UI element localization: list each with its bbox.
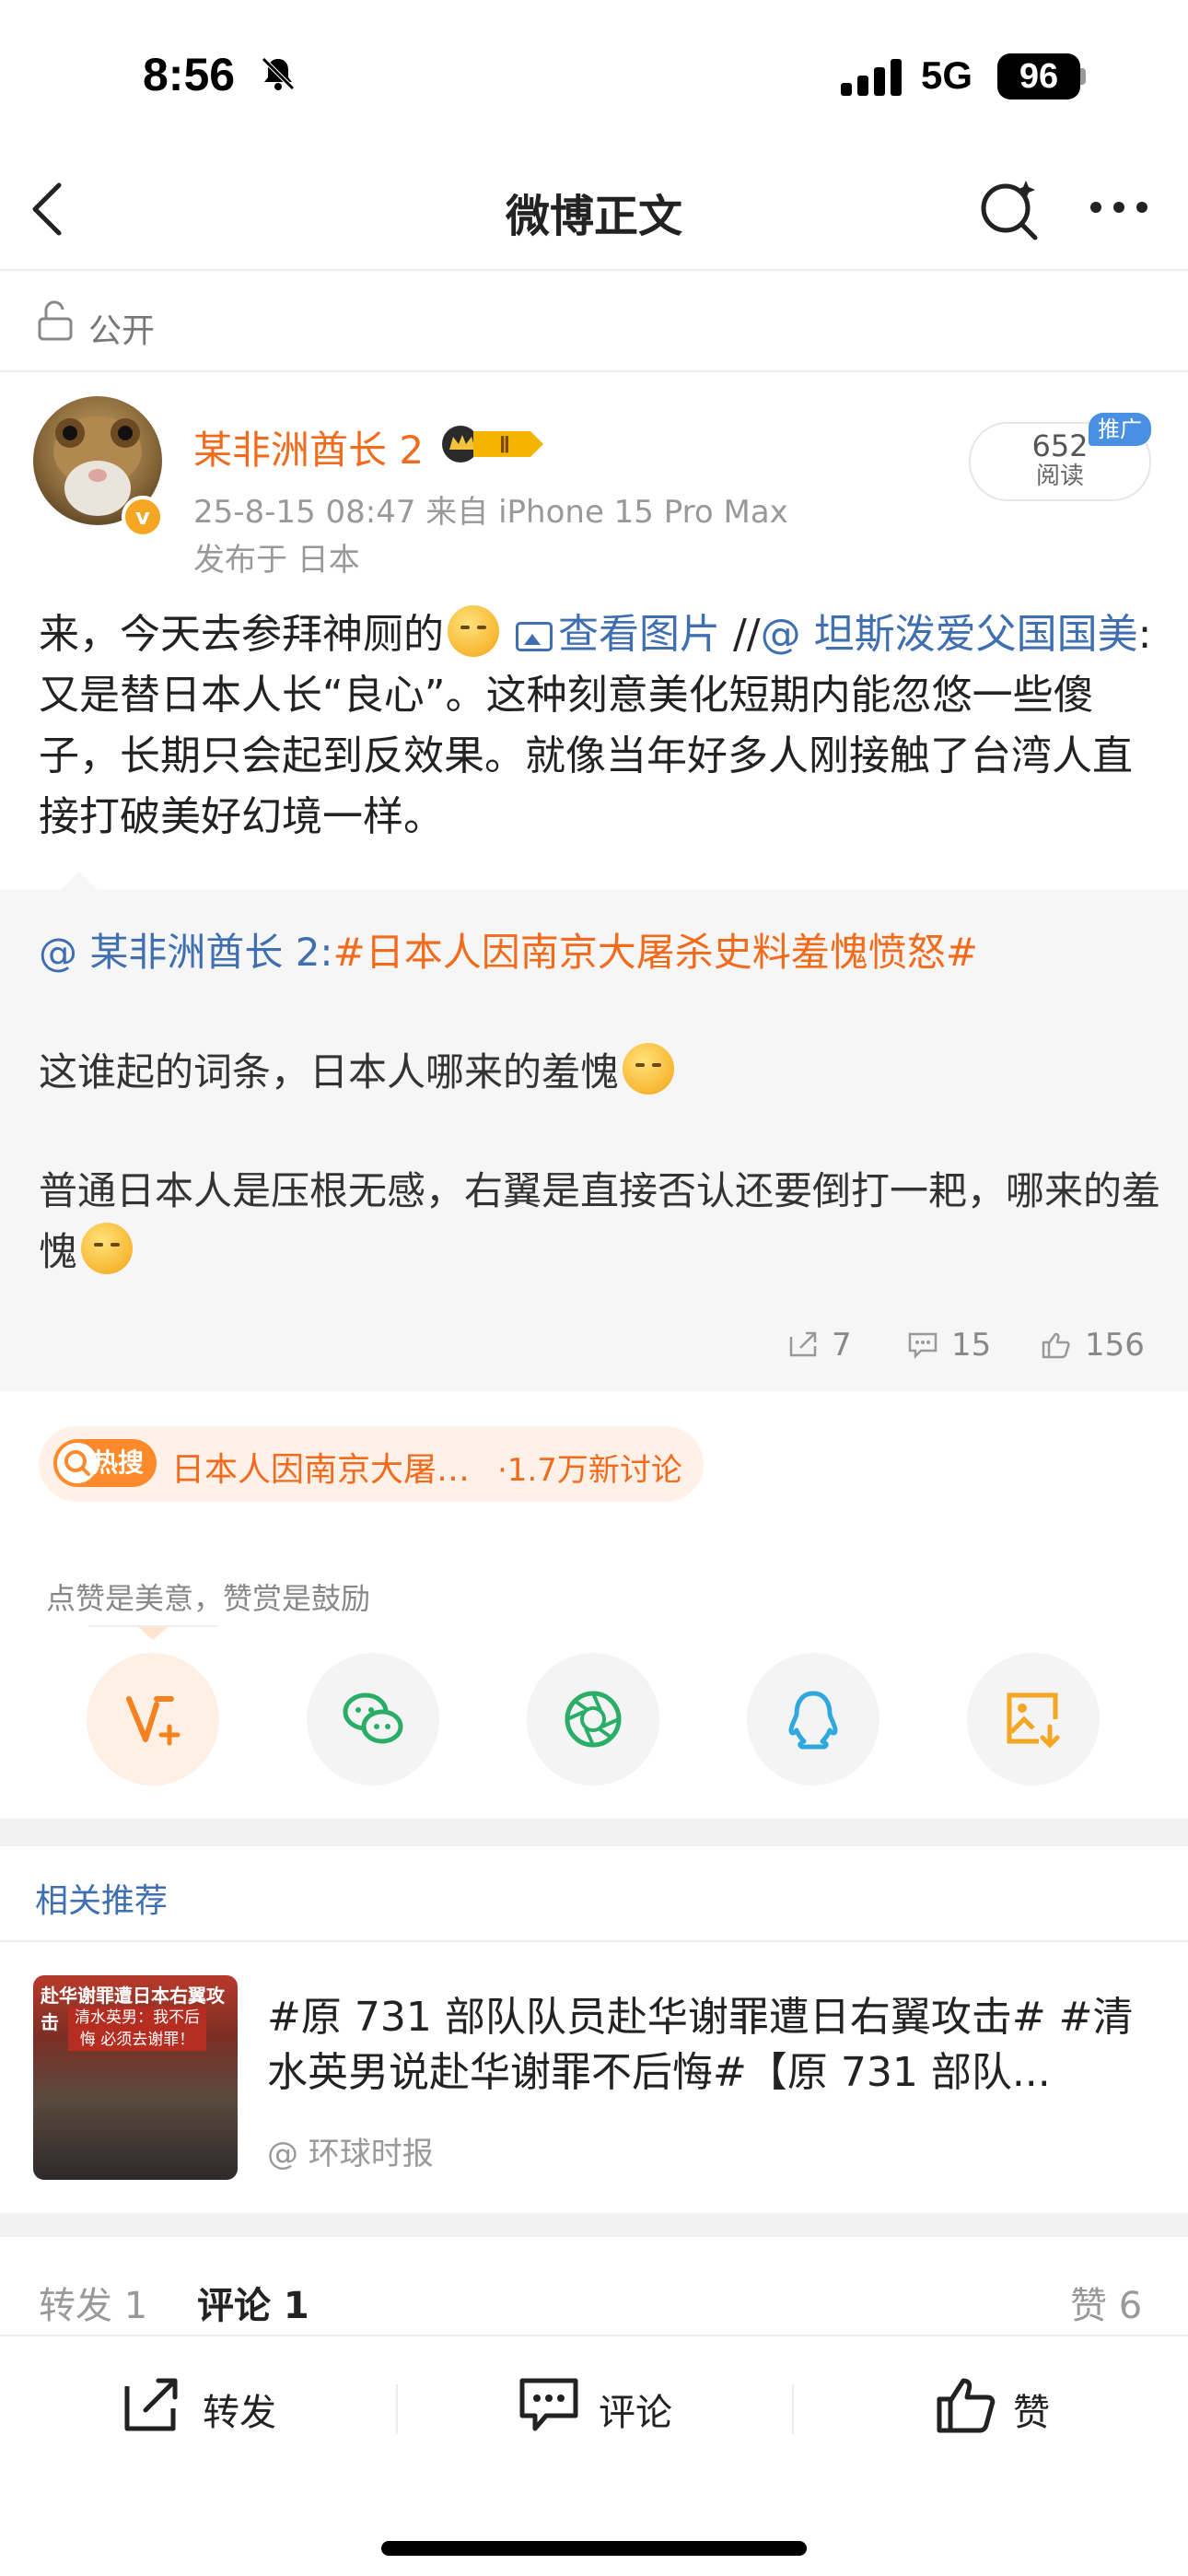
- wechat-icon: [343, 1692, 403, 1744]
- quote-paragraph-2: 普通日本人是压根无感，右翼是直接否认还要倒打一耙，哪来的羞愧: [39, 1168, 1161, 1274]
- vip-crown-icon[interactable]: Ⅱ: [440, 424, 549, 464]
- author-name[interactable]: 某非洲酋长 2: [193, 419, 424, 475]
- mention-link[interactable]: @ 坦斯泼爱父国国美: [761, 611, 1138, 658]
- sweat-smile-emoji-icon: [623, 1043, 675, 1095]
- save-image-button[interactable]: [967, 1653, 1100, 1786]
- related-title: 相关推荐: [35, 1882, 169, 1920]
- status-time: 8:56: [143, 49, 236, 100]
- quote-repost-count[interactable]: 7: [787, 1327, 852, 1364]
- home-indicator: [381, 2541, 807, 2556]
- promote-badge[interactable]: 推广: [1089, 413, 1151, 446]
- repost-button[interactable]: 转发: [203, 2383, 276, 2436]
- post-text-intro: 来，今天去参拜神厕的: [39, 611, 444, 658]
- bottom-separator: [792, 2384, 794, 2434]
- quote-paragraph-1: 这谁起的词条，日本人哪来的羞愧: [39, 1043, 1162, 1102]
- repost-separator: //: [720, 611, 761, 658]
- comment-button[interactable]: 评论: [599, 2383, 672, 2436]
- qq-icon: [788, 1691, 838, 1750]
- bottom-bar-border: [0, 2335, 1188, 2336]
- nav-divider: [0, 269, 1188, 271]
- post-time-source: 25-8-15 08:47 来自 iPhone 15 Pro Max: [193, 494, 788, 531]
- section-separator: [0, 2213, 1188, 2237]
- related-thumbnail[interactable]: 赴华谢罪遭日本右翼攻击 清水英男：我不后悔 必须去谢罪！: [33, 1975, 238, 2180]
- battery-indicator: 96: [997, 53, 1080, 100]
- thinking-emoji-icon: [81, 1223, 134, 1274]
- verified-badge: v: [122, 496, 164, 538]
- visibility-divider: [0, 370, 1188, 372]
- vplus-reward-button[interactable]: [87, 1653, 219, 1786]
- view-image-link[interactable]: 查看图片: [516, 611, 720, 658]
- hot-search-topic: 日本人因南京大屠…: [171, 1451, 471, 1489]
- unlock-icon: [38, 300, 73, 341]
- moments-icon: [565, 1691, 622, 1748]
- more-options-icon[interactable]: [1087, 198, 1151, 217]
- section-separator: [0, 1819, 1188, 1846]
- thinking-emoji-icon: [448, 605, 499, 657]
- thumbs-up-icon: [1042, 1332, 1070, 1359]
- related-source[interactable]: @ 环球时报: [267, 2128, 434, 2173]
- quote-comment-count[interactable]: 15: [907, 1327, 991, 1364]
- read-label: 阅读: [1035, 463, 1084, 490]
- hot-search-count: ·1.7万新讨论: [497, 1452, 682, 1489]
- reward-label: 点赞是美意，赞赏是鼓励: [46, 1581, 371, 1616]
- thumbs-up-icon[interactable]: [936, 2375, 996, 2434]
- comment-icon: [908, 1332, 938, 1359]
- related-divider: [0, 1940, 1188, 1942]
- network-type: 5G: [921, 53, 973, 97]
- repost-icon[interactable]: [122, 2375, 182, 2434]
- tab-likes[interactable]: 赞 6: [1070, 2276, 1142, 2329]
- post-location: 发布于 日本: [193, 542, 360, 579]
- image-icon: [516, 622, 553, 651]
- tab-reposts[interactable]: 转发 1: [39, 2276, 147, 2329]
- tab-comments[interactable]: 评论 1: [197, 2276, 309, 2329]
- search-icon[interactable]: [976, 175, 1042, 241]
- battery-tip: [1080, 68, 1086, 85]
- share-wechat-button[interactable]: [307, 1653, 439, 1786]
- comment-icon[interactable]: [518, 2375, 579, 2434]
- silent-bell-icon: [262, 57, 295, 90]
- share-qq-button[interactable]: [747, 1653, 879, 1786]
- quote-like-count[interactable]: 156: [1041, 1327, 1145, 1364]
- post-content: 来，今天去参拜神厕的 查看图片 //@ 坦斯泼爱父国国美:又是替日本人长“良心”…: [39, 604, 1162, 848]
- quote-header: @ 某非洲酋长 2:#日本人因南京大屠杀史料羞愧愤怒#: [39, 923, 1162, 982]
- quote-caret: [59, 872, 99, 892]
- quote-author-link[interactable]: @ 某非洲酋长 2:: [39, 930, 333, 975]
- reward-caret: [138, 1627, 168, 1640]
- share-icon: [789, 1331, 817, 1357]
- vplus-icon: [126, 1696, 181, 1746]
- related-headline[interactable]: #原 731 部队队员赴华谢罪遭日右翼攻击# #清水英男说赴华谢罪不后悔#【原 …: [267, 1990, 1151, 2101]
- share-moments-button[interactable]: [527, 1653, 659, 1786]
- bottom-separator: [396, 2384, 398, 2434]
- visibility-label: 公开: [88, 312, 156, 350]
- like-button[interactable]: 赞: [1013, 2383, 1050, 2436]
- cellular-signal-icon: [841, 59, 902, 96]
- svg-text:Ⅱ: Ⅱ: [499, 434, 510, 458]
- quote-topic-link[interactable]: #日本人因南京大屠杀史料羞愧愤怒#: [333, 930, 978, 975]
- hot-search-icon: [57, 1443, 98, 1483]
- thumbnail-subtitle: 清水英男：我不后悔 必须去谢罪！: [68, 2007, 206, 2051]
- save-image-icon: [1007, 1692, 1060, 1749]
